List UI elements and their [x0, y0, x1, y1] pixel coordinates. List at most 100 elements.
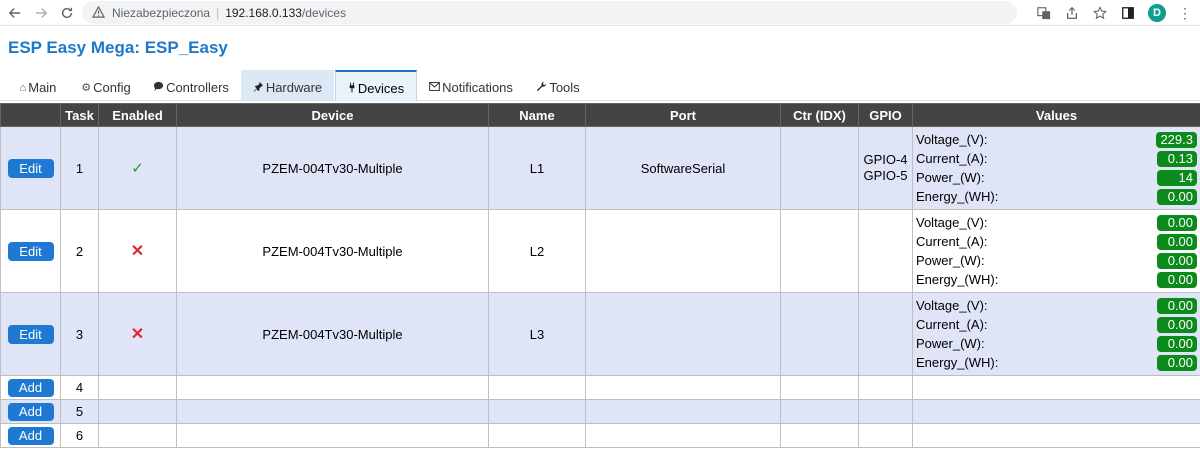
tab-controllers[interactable]: Controllers	[150, 70, 232, 101]
add-button[interactable]: Add	[7, 402, 54, 421]
value-badge: 0.00	[1157, 316, 1197, 333]
table-row: Edit 3 ✕ PZEM-004Tv30-Multiple L3 Voltag…	[0, 292, 1200, 376]
port-cell	[585, 209, 781, 293]
values-cell: Voltage_(V): 0.00 Current_(A): 0.00 Power_…	[912, 292, 1200, 376]
task-name: L3	[488, 292, 586, 376]
value-label: Current_(A):	[916, 151, 988, 166]
plug-icon	[348, 82, 356, 96]
value-row: Current_(A): 0.13	[916, 149, 1197, 168]
gpio-cell	[858, 399, 913, 424]
device-name: PZEM-004Tv30-Multiple	[176, 126, 489, 210]
port-cell: SoftwareSerial	[585, 126, 781, 210]
value-label: Energy_(WH):	[916, 189, 999, 204]
enabled-cell	[98, 375, 177, 400]
edit-button[interactable]: Edit	[7, 241, 54, 261]
gpio-pin: GPIO-5	[863, 168, 908, 183]
gpio-cell	[858, 292, 913, 376]
values-cell: Voltage_(V): 229.3 Current_(A): 0.13 Power…	[912, 126, 1200, 210]
task-number: 4	[60, 375, 99, 400]
gear-icon: ⚙	[81, 82, 92, 94]
back-icon[interactable]	[2, 0, 28, 26]
port-cell	[585, 399, 781, 424]
cross-icon: ✕	[130, 326, 145, 343]
reload-icon[interactable]	[54, 0, 80, 26]
enabled-cell	[98, 423, 177, 448]
port-cell	[585, 292, 781, 376]
tab-controllers-label: Controllers	[166, 80, 229, 95]
header-action	[0, 103, 61, 127]
forward-icon[interactable]	[28, 0, 54, 26]
value-badge: 14	[1157, 169, 1197, 186]
value-badge: 0.00	[1157, 271, 1197, 288]
value-badge: 0.00	[1157, 297, 1197, 314]
check-icon: ✓	[131, 160, 144, 177]
value-badge: 0.00	[1157, 188, 1197, 205]
table-row: Edit 2 ✕ PZEM-004Tv30-Multiple L2 Voltag…	[0, 209, 1200, 293]
url-path: /devices	[301, 5, 346, 20]
address-bar[interactable]: Niezabezpieczona | 192.168.0.133/devices	[82, 1, 1017, 24]
browser-menu-icon[interactable]: ⋮	[1178, 6, 1192, 20]
values-cell	[912, 375, 1200, 400]
side-panel-icon[interactable]	[1120, 5, 1136, 21]
translate-icon[interactable]	[1036, 5, 1052, 21]
tab-main[interactable]: ⌂ Main	[14, 70, 62, 101]
security-label: Niezabezpieczona	[112, 5, 211, 20]
value-label: Voltage_(V):	[916, 215, 988, 230]
tab-config[interactable]: ⚙ Config	[78, 70, 134, 101]
header-enabled: Enabled	[98, 103, 177, 127]
tab-notifications[interactable]: Notifications	[425, 70, 517, 101]
url-host: 192.168.0.133	[225, 5, 302, 20]
share-icon[interactable]	[1064, 5, 1080, 21]
tab-tools[interactable]: Tools	[533, 70, 583, 101]
main-menu: ⌂ Main ⚙ Config Controllers Hardware Devic…	[0, 70, 1200, 101]
value-label: Power_(W):	[916, 336, 985, 351]
value-label: Power_(W):	[916, 253, 985, 268]
values-cell	[912, 423, 1200, 448]
url-text: 192.168.0.133/devices	[225, 6, 346, 20]
envelope-icon	[429, 81, 440, 94]
value-label: Current_(A):	[916, 234, 988, 249]
action-cell: Edit	[0, 126, 61, 210]
task-number: 2	[60, 209, 99, 293]
header-port: Port	[585, 103, 781, 127]
gpio-cell	[858, 375, 913, 400]
task-name: L2	[488, 209, 586, 293]
gpio-cell	[858, 209, 913, 293]
edit-button[interactable]: Edit	[7, 158, 54, 178]
cross-icon: ✕	[130, 243, 145, 260]
tab-devices[interactable]: Devices	[335, 70, 417, 101]
enabled-cell: ✕	[98, 209, 177, 293]
value-label: Power_(W):	[916, 170, 985, 185]
add-button[interactable]: Add	[7, 378, 54, 397]
value-badge: 0.00	[1157, 252, 1197, 269]
value-row: Voltage_(V): 0.00	[916, 213, 1197, 232]
header-gpio: GPIO	[858, 103, 913, 127]
tab-main-label: Main	[28, 80, 57, 95]
task-name: L1	[488, 126, 586, 210]
table-row: Add 5	[0, 399, 1200, 424]
add-button[interactable]: Add	[7, 426, 54, 445]
header-task: Task	[60, 103, 99, 127]
tab-devices-label: Devices	[357, 81, 405, 96]
action-cell: Add	[0, 375, 61, 400]
page-title: ESP Easy Mega: ESP_Easy	[8, 38, 228, 57]
task-number: 3	[60, 292, 99, 376]
edit-button[interactable]: Edit	[7, 324, 54, 344]
pin-icon	[253, 81, 264, 95]
bookmark-star-icon[interactable]	[1092, 5, 1108, 21]
tab-hardware[interactable]: Hardware	[241, 70, 334, 101]
value-badge: 229.3	[1156, 131, 1197, 148]
wrench-icon	[536, 81, 547, 95]
ctr-idx-cell	[780, 292, 859, 376]
task-name	[488, 399, 586, 424]
value-row: Energy_(WH): 0.00	[916, 353, 1197, 372]
table-header-row: Task Enabled Device Name Port Ctr (IDX) …	[0, 103, 1200, 127]
profile-avatar[interactable]: D	[1148, 4, 1166, 22]
value-badge: 0.13	[1157, 150, 1197, 167]
value-label: Voltage_(V):	[916, 298, 988, 313]
value-row: Energy_(WH): 0.00	[916, 270, 1197, 289]
warning-icon[interactable]	[92, 6, 106, 20]
action-cell: Add	[0, 399, 61, 424]
tab-notifications-label: Notifications	[442, 80, 513, 95]
enabled-cell: ✓	[98, 126, 177, 210]
